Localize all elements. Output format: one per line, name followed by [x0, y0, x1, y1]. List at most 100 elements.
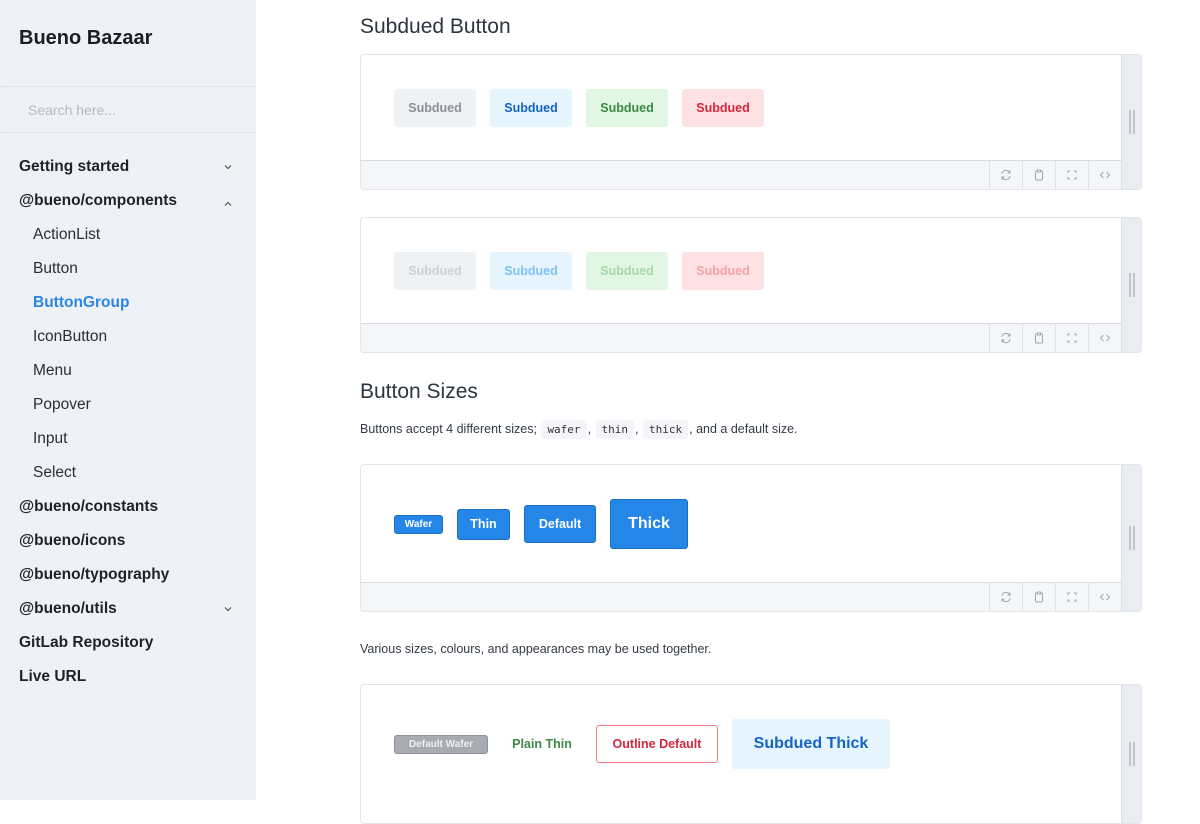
demo-toolbar [361, 582, 1121, 611]
sidebar-item-bueno-components[interactable]: @bueno/components [0, 184, 256, 218]
refresh-button[interactable] [989, 583, 1022, 611]
grip-icon [1128, 273, 1135, 297]
grip-icon [1128, 526, 1135, 550]
sidebar-item-button[interactable]: Button [0, 252, 256, 286]
chevron-up-icon [222, 198, 234, 210]
default-wafer-button[interactable]: Default Wafer [394, 734, 488, 754]
sidebar-item-select[interactable]: Select [0, 456, 256, 490]
sidebar-item-label: @bueno/icons [19, 532, 126, 549]
brand-title: Bueno Bazaar [19, 27, 153, 49]
clipboard-icon [1035, 332, 1043, 344]
code-thin: thin [595, 420, 635, 439]
sidebar-item-label: ActionList [33, 226, 101, 243]
demo-panel-subdued: Subdued Subdued Subdued Subdued [360, 54, 1142, 190]
section-title-button-sizes: Button Sizes [360, 380, 478, 403]
thin-button[interactable]: Thin [457, 508, 510, 540]
sidebar-item-popover[interactable]: Popover [0, 388, 256, 422]
subdued-red-disabled-button: Subdued [682, 252, 764, 290]
sidebar-item-bueno-icons[interactable]: @bueno/icons [0, 524, 256, 558]
refresh-icon [1001, 591, 1011, 603]
search-input[interactable] [14, 95, 242, 125]
grip-icon [1128, 742, 1135, 766]
demo-stage: Subdued Subdued Subdued Subdued [361, 218, 1121, 324]
sidebar-item-label: @bueno/utils [19, 600, 117, 617]
demo-panel-sizes: Wafer Thin Default Thick [360, 464, 1142, 612]
sidebar-item-buttongroup[interactable]: ButtonGroup [0, 286, 256, 320]
subdued-green-button[interactable]: Subdued [586, 89, 668, 127]
separator: , [587, 422, 592, 436]
search-container [0, 86, 256, 133]
sidebar-item-iconbutton[interactable]: IconButton [0, 320, 256, 354]
outline-default-button[interactable]: Outline Default [596, 725, 718, 763]
subdued-blue-disabled-button: Subdued [490, 252, 572, 290]
combo-description: Various sizes, colours, and appearances … [360, 642, 712, 656]
subdued-red-button[interactable]: Subdued [682, 89, 764, 127]
sidebar-item-label: ButtonGroup [33, 294, 130, 311]
fullscreen-button[interactable] [1055, 161, 1088, 189]
plain-thin-button[interactable]: Plain Thin [502, 729, 582, 760]
resize-handle[interactable] [1121, 218, 1141, 352]
subdued-grey-disabled-button: Subdued [394, 252, 476, 290]
chevron-down-icon [222, 161, 234, 173]
sidebar-item-label: Input [33, 430, 68, 447]
copy-button[interactable] [1022, 583, 1055, 611]
fullscreen-button[interactable] [1055, 583, 1088, 611]
copy-button[interactable] [1022, 324, 1055, 352]
fullscreen-icon [1067, 592, 1077, 602]
sidebar-item-label: @bueno/typography [19, 566, 170, 583]
code-thick: thick [643, 420, 689, 439]
sidebar-item-bueno-typography[interactable]: @bueno/typography [0, 558, 256, 592]
demo-panel-combinations: Default Wafer Plain Thin Outline Default… [360, 684, 1142, 824]
fullscreen-icon [1067, 333, 1077, 343]
demo-panel-subdued-disabled: Subdued Subdued Subdued Subdued [360, 217, 1142, 353]
code-icon [1099, 593, 1111, 601]
clipboard-icon [1035, 591, 1043, 603]
sidebar-item-bueno-constants[interactable]: @bueno/constants [0, 490, 256, 524]
subdued-blue-button[interactable]: Subdued [490, 89, 572, 127]
code-wafer: wafer [541, 420, 587, 439]
demo-toolbar [361, 160, 1121, 189]
show-code-button[interactable] [1088, 583, 1121, 611]
copy-button[interactable] [1022, 161, 1055, 189]
subdued-thick-button[interactable]: Subdued Thick [732, 719, 890, 769]
demo-stage: Default Wafer Plain Thin Outline Default… [361, 685, 1121, 803]
sidebar-item-bueno-utils[interactable]: @bueno/utils [0, 592, 256, 626]
show-code-button[interactable] [1088, 161, 1121, 189]
refresh-button[interactable] [989, 161, 1022, 189]
sidebar-item-label: IconButton [33, 328, 108, 345]
demo-stage: Subdued Subdued Subdued Subdued [361, 55, 1121, 161]
refresh-icon [1001, 169, 1011, 181]
sidebar-item-getting-started[interactable]: Getting started [0, 150, 256, 184]
default-button[interactable]: Default [524, 505, 596, 543]
code-icon [1099, 171, 1111, 179]
grip-icon [1128, 110, 1135, 134]
fullscreen-button[interactable] [1055, 324, 1088, 352]
separator: , [635, 422, 639, 436]
chevron-down-icon [222, 603, 234, 615]
sidebar-item-label: @bueno/components [19, 192, 178, 209]
desc-text: Buttons accept 4 different sizes; [360, 422, 537, 436]
wafer-button[interactable]: Wafer [394, 514, 443, 534]
sidebar-item-label: Select [33, 464, 77, 481]
main-content: Subdued Button Subdued Subdued Subdued S… [256, 0, 1200, 824]
fullscreen-icon [1067, 170, 1077, 180]
resize-handle[interactable] [1121, 685, 1141, 823]
sidebar-item-label: Popover [33, 396, 91, 413]
subdued-green-disabled-button: Subdued [586, 252, 668, 290]
refresh-button[interactable] [989, 324, 1022, 352]
sidebar-item-actionlist[interactable]: ActionList [0, 218, 256, 252]
sidebar-item-label: Getting started [19, 158, 130, 175]
desc-text: , and a default size. [689, 422, 798, 436]
resize-handle[interactable] [1121, 465, 1141, 611]
sidebar-item-live-url[interactable]: Live URL [0, 660, 256, 694]
resize-handle[interactable] [1121, 55, 1141, 189]
thick-button[interactable]: Thick [610, 499, 688, 549]
sidebar-item-menu[interactable]: Menu [0, 354, 256, 388]
section-title-subdued-button: Subdued Button [360, 15, 511, 38]
sidebar-item-gitlab-repository[interactable]: GitLab Repository [0, 626, 256, 660]
subdued-grey-button[interactable]: Subdued [394, 89, 476, 127]
sidebar-item-input[interactable]: Input [0, 422, 256, 456]
sidebar: Bueno Bazaar Getting started @bueno/comp… [0, 0, 256, 800]
sizes-description: Buttons accept 4 different sizes; wafer,… [360, 420, 798, 439]
show-code-button[interactable] [1088, 324, 1121, 352]
